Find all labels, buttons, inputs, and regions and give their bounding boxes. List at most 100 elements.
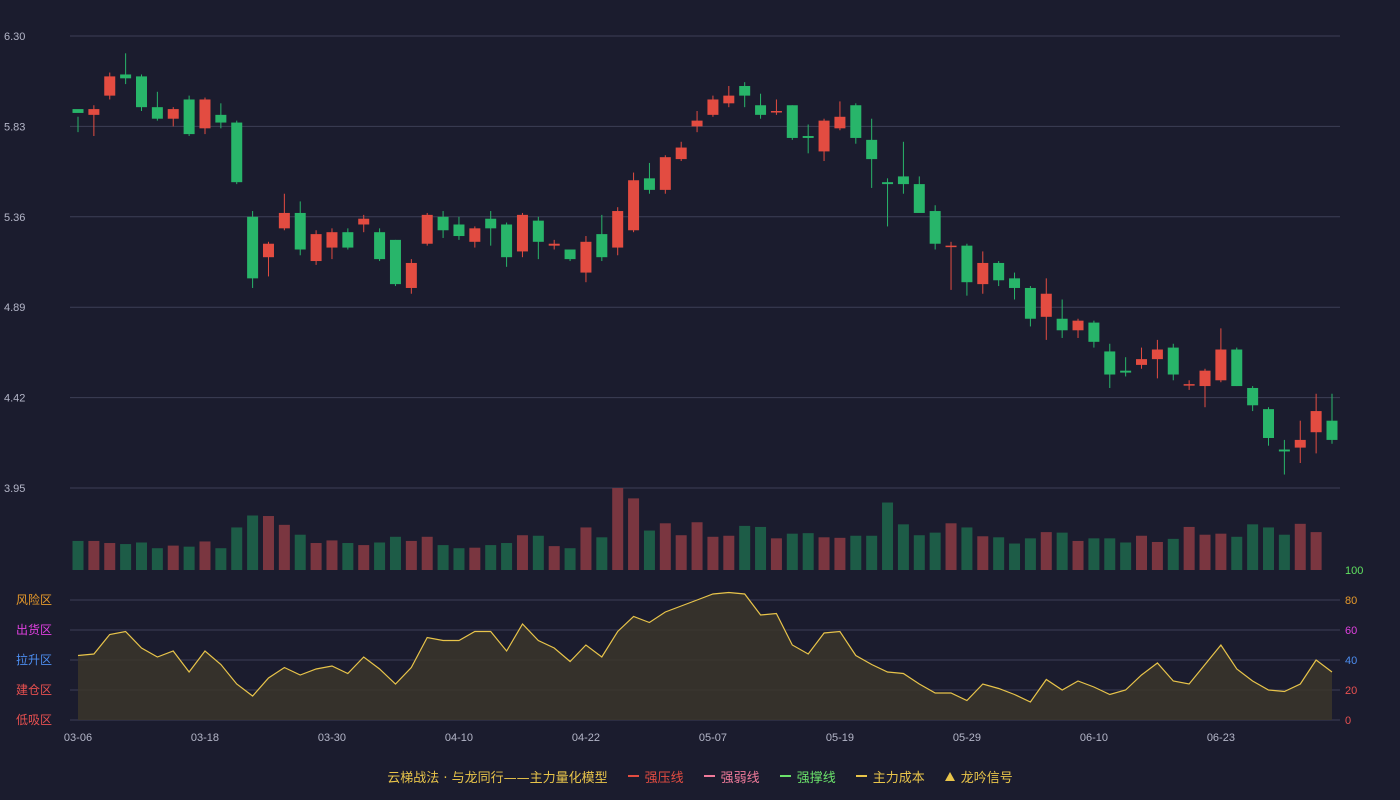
- candle: [135, 74, 147, 112]
- candle-body: [866, 139, 878, 160]
- candle: [1263, 407, 1275, 446]
- candle-body: [1167, 347, 1179, 375]
- candle: [389, 239, 401, 287]
- osc-tick-label: 40: [1345, 655, 1357, 667]
- candle-body: [723, 95, 735, 104]
- volume-bar: [1167, 538, 1179, 570]
- candle: [516, 212, 528, 258]
- candle: [151, 91, 163, 121]
- candle: [231, 120, 243, 185]
- candle: [183, 95, 195, 137]
- volume-bar: [135, 542, 147, 570]
- candle: [659, 155, 671, 194]
- zone-label: 建仓区: [16, 683, 52, 697]
- candle-body: [485, 218, 497, 229]
- candle-body: [739, 86, 751, 96]
- legend-item-pressure[interactable]: 强压线: [627, 767, 684, 786]
- price-axis-labels: 6.30 5.83 5.36 4.89 4.42 3.95: [4, 31, 25, 495]
- date-tick-label: 04-10: [445, 732, 473, 744]
- candle: [469, 226, 481, 248]
- volume-bar: [1263, 527, 1275, 570]
- candle: [120, 53, 132, 85]
- volume-bar: [326, 540, 338, 570]
- legend-item-strength[interactable]: 强弱线: [703, 767, 760, 786]
- volume-bar: [755, 526, 767, 570]
- candle-body: [88, 109, 100, 115]
- volume-bar: [818, 537, 830, 570]
- legend-item-support[interactable]: 强撑线: [779, 767, 836, 786]
- candle: [453, 216, 465, 240]
- volume-bar: [167, 545, 179, 570]
- candle-body: [532, 220, 544, 242]
- candle-body: [501, 224, 513, 258]
- legend: 云梯战法 · 与龙同行——主力量化模型 强压线 强弱线 强撑线 主力成本 龙吟信…: [0, 762, 1400, 790]
- volume-bar: [231, 527, 243, 570]
- volume-bar: [405, 540, 417, 570]
- zone-label: 低吸区: [16, 713, 52, 727]
- price-tick-label: 4.42: [4, 393, 25, 405]
- candle-body: [628, 180, 640, 231]
- price-tick-label: 3.95: [4, 483, 25, 495]
- candle: [72, 109, 84, 133]
- osc-tick-label: 80: [1345, 595, 1357, 607]
- volume-bar: [1278, 534, 1290, 570]
- candle-body: [1231, 349, 1243, 387]
- candle: [1215, 328, 1227, 383]
- volume-bar: [1294, 523, 1306, 570]
- legend-label: 强压线: [644, 770, 684, 786]
- candle: [1278, 439, 1290, 475]
- volume-bar: [580, 527, 592, 570]
- price-tick-label: 5.83: [4, 121, 25, 133]
- date-tick-label: 05-19: [826, 732, 854, 744]
- candle-body: [643, 178, 655, 190]
- candle: [1151, 339, 1163, 379]
- candle: [501, 222, 513, 267]
- volume-bar: [1215, 533, 1227, 570]
- volume-bars: [72, 488, 1322, 570]
- legend-title: 云梯战法 · 与龙同行——主力量化模型: [387, 770, 608, 786]
- candle-body: [120, 74, 132, 79]
- candle-body: [675, 147, 687, 160]
- candle: [977, 251, 989, 294]
- candle-body: [882, 182, 894, 185]
- candle-body: [1088, 322, 1100, 342]
- candle-body: [802, 136, 814, 138]
- candle-body: [755, 105, 767, 115]
- candle: [247, 211, 259, 288]
- candle-body: [437, 216, 449, 231]
- candle: [818, 118, 830, 162]
- candle: [294, 201, 306, 256]
- volume-bar: [262, 516, 274, 570]
- candle-body: [151, 107, 163, 119]
- date-tick-label: 05-29: [953, 732, 981, 744]
- candle-body: [215, 114, 227, 123]
- volume-bar: [882, 502, 894, 570]
- volume-bar: [977, 536, 989, 570]
- legend-item-cost[interactable]: 主力成本: [855, 767, 925, 786]
- candle-body: [596, 234, 608, 258]
- candle-body: [405, 262, 417, 288]
- candle: [532, 216, 544, 260]
- date-tick-label: 05-07: [699, 732, 727, 744]
- volume-bar: [707, 536, 719, 570]
- volume-bar: [628, 498, 640, 570]
- volume-bar: [1024, 538, 1036, 570]
- volume-bar: [88, 540, 100, 570]
- candle-body: [961, 245, 973, 283]
- volume-bar: [802, 533, 814, 570]
- candle-body: [818, 120, 830, 152]
- volume-bar: [675, 535, 687, 570]
- volume-bar: [501, 543, 513, 570]
- candle-body: [1215, 349, 1227, 381]
- candle-body: [1247, 387, 1259, 406]
- candle: [1104, 343, 1116, 388]
- candle-body: [1009, 278, 1021, 288]
- candle-body: [1183, 384, 1195, 386]
- candle: [1310, 393, 1322, 454]
- candle-body: [897, 176, 909, 185]
- dashed-line-icon: [855, 775, 867, 777]
- legend-item-signal[interactable]: 龙吟信号: [944, 767, 1013, 786]
- candle: [358, 214, 370, 233]
- date-tick-label: 06-10: [1080, 732, 1108, 744]
- candle: [167, 107, 179, 127]
